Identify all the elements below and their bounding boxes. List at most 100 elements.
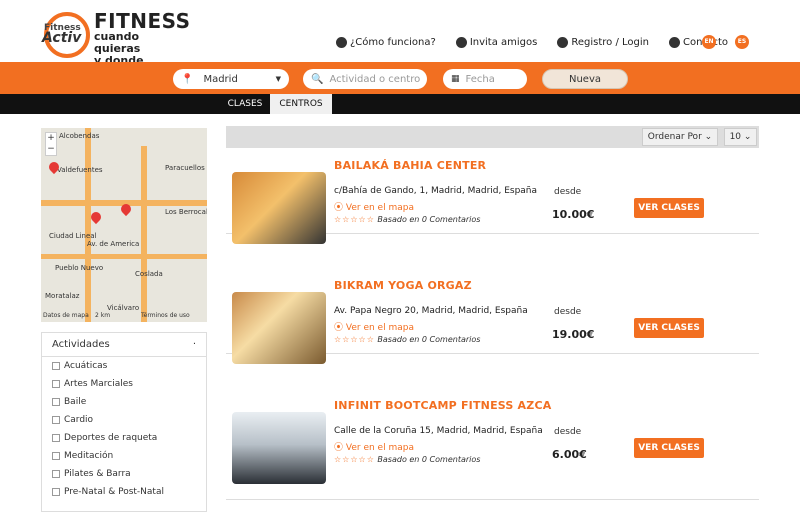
activity-placeholder: Actividad o centro: [329, 73, 421, 85]
filter-label: Deportes de raqueta: [64, 433, 158, 443]
nav-how-it-works[interactable]: ¿Cómo funciona?: [336, 36, 436, 48]
filter-option[interactable]: Baile: [42, 393, 206, 411]
nav-register-login[interactable]: Registro / Login: [557, 36, 649, 48]
rating-text: Basado en 0 Comentarios: [377, 335, 481, 344]
map-pin-icon[interactable]: [91, 212, 101, 226]
filter-option[interactable]: Meditación: [42, 447, 206, 465]
filter-option[interactable]: Cardio: [42, 411, 206, 429]
checkbox[interactable]: [52, 452, 60, 460]
filter-label: Cardio: [64, 415, 94, 425]
rating: ☆☆☆☆☆ Basado en 0 Comentarios: [334, 455, 480, 464]
map-label: Alcobendas: [59, 132, 100, 140]
star-rating-icon: ☆☆☆☆☆: [334, 335, 375, 344]
checkbox[interactable]: [52, 434, 60, 442]
filter-option[interactable]: Deportes de raqueta: [42, 429, 206, 447]
map-scale: 2 km: [95, 312, 111, 319]
star-rating-icon: ☆☆☆☆☆: [334, 215, 375, 224]
map-label: Moratalaz: [45, 292, 80, 300]
view-map-label: Ver en el mapa: [345, 323, 414, 333]
lang-es-button[interactable]: ES: [735, 35, 749, 49]
location-pin-icon: 📍: [181, 73, 194, 85]
view-tabs: CLASES CENTROS: [0, 94, 800, 114]
checkbox[interactable]: [52, 362, 60, 370]
checkbox[interactable]: [52, 398, 60, 406]
nav-contact[interactable]: Contacto: [668, 36, 728, 48]
search-icon: 🔍: [311, 73, 324, 85]
nav-invite-friends[interactable]: Invita amigos: [455, 36, 538, 48]
center-card: BAILAKÁ BAHIA CENTER c/Bahía de Gando, 1…: [226, 114, 759, 244]
collapse-icon[interactable]: ·: [193, 333, 196, 356]
nav-label: Invita amigos: [469, 36, 538, 48]
center-name[interactable]: BAILAKÁ BAHIA CENTER: [334, 159, 486, 172]
city-value: Madrid: [203, 73, 238, 85]
filter-label: Pre-Natal & Post-Natal: [64, 487, 164, 497]
checkbox[interactable]: [52, 488, 60, 496]
filter-option[interactable]: Acuáticas: [42, 357, 206, 375]
from-label: desde: [554, 427, 582, 437]
map-label: Los Berrocales del Jarama: [165, 208, 207, 216]
date-placeholder: Fecha: [465, 73, 495, 85]
filter-label: Pilates & Barra: [64, 469, 131, 479]
view-classes-button[interactable]: VER CLASES: [634, 438, 704, 458]
calendar-icon: ▦: [451, 74, 460, 84]
question-icon: [336, 36, 347, 48]
checkbox[interactable]: [52, 380, 60, 388]
new-search-button[interactable]: Nueva búsqueda: [542, 69, 628, 105]
lang-en-button[interactable]: EN: [702, 35, 716, 49]
location-pin-icon: ⦿: [334, 443, 344, 453]
filter-label: Meditación: [64, 451, 114, 461]
center-name[interactable]: INFINIT BOOTCAMP FITNESS AZCA: [334, 399, 551, 412]
city-select[interactable]: 📍 Madrid ▼: [173, 69, 289, 89]
center-name[interactable]: BIKRAM YOGA ORGAZ: [334, 279, 472, 292]
activity-search-input[interactable]: 🔍 Actividad o centro: [303, 69, 427, 89]
lock-icon: [557, 36, 569, 48]
checkbox[interactable]: [52, 416, 60, 424]
view-classes-button[interactable]: VER CLASES: [634, 198, 704, 218]
site-logo[interactable]: Fitness Activ FITNESS cuando quieras y d…: [42, 8, 190, 79]
tab-classes[interactable]: CLASES: [220, 94, 270, 114]
map-terms-link[interactable]: Términos de uso: [141, 312, 190, 319]
view-map-link[interactable]: ⦿ Ver en el mapa: [334, 320, 414, 333]
top-nav: ¿Cómo funciona? Invita amigos Registro /…: [336, 34, 748, 50]
center-card: BIKRAM YOGA ORGAZ Av. Papa Negro 20, Mad…: [226, 234, 759, 364]
center-address: Calle de la Coruña 15, Madrid, Madrid, E…: [334, 426, 543, 436]
search-bar: 📍 Madrid ▼ 🔍 Actividad o centro ▦ Fecha …: [0, 62, 800, 105]
rating-text: Basado en 0 Comentarios: [377, 215, 481, 224]
center-thumbnail[interactable]: [232, 412, 326, 484]
map-label: Av. de America: [87, 240, 140, 248]
map-label: Vicálvaro: [107, 304, 140, 312]
filter-option[interactable]: Artes Marciales: [42, 375, 206, 393]
map-label: Ciudad Lineal: [49, 232, 97, 240]
nav-label: ¿Cómo funciona?: [350, 36, 436, 48]
location-pin-icon: ⦿: [334, 323, 344, 333]
site-header: Fitness Activ FITNESS cuando quieras y d…: [0, 0, 800, 79]
map-road: [141, 146, 147, 322]
rating: ☆☆☆☆☆ Basado en 0 Comentarios: [334, 335, 480, 344]
nav-label: Registro / Login: [571, 36, 649, 48]
rating-text: Basado en 0 Comentarios: [377, 455, 481, 464]
filter-header[interactable]: Actividades ·: [42, 333, 206, 357]
from-label: desde: [554, 307, 582, 317]
map-label: Valdefuentes: [57, 166, 103, 174]
logo-activ-text: Activ: [42, 30, 82, 46]
map-zoom-control[interactable]: + −: [45, 132, 57, 156]
date-input[interactable]: ▦ Fecha: [443, 69, 527, 89]
tab-centers[interactable]: CENTROS: [270, 94, 332, 114]
view-map-label: Ver en el mapa: [345, 203, 414, 213]
map-label: Coslada: [135, 270, 163, 278]
view-map-label: Ver en el mapa: [345, 443, 414, 453]
price: 10.00€: [552, 208, 595, 221]
view-classes-button[interactable]: VER CLASES: [634, 318, 704, 338]
filter-option[interactable]: Pilates & Barra: [42, 465, 206, 483]
map-pin-icon[interactable]: [49, 162, 59, 176]
view-map-link[interactable]: ⦿ Ver en el mapa: [334, 200, 414, 213]
map-pin-icon[interactable]: [121, 204, 131, 218]
view-map-link[interactable]: ⦿ Ver en el mapa: [334, 440, 414, 453]
filter-title: Actividades: [52, 339, 110, 350]
map-panel[interactable]: +− Alcobendas Valdefuentes Paracuellos d…: [41, 128, 207, 322]
checkbox[interactable]: [52, 470, 60, 478]
filter-option[interactable]: Pre-Natal & Post-Natal: [42, 483, 206, 501]
friends-icon: [455, 36, 467, 48]
map-data-attribution: Datos de mapa: [43, 312, 89, 319]
map-label: Paracuellos de Jarama: [165, 164, 207, 172]
